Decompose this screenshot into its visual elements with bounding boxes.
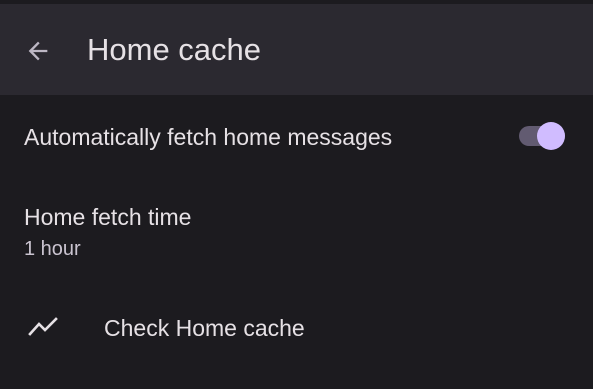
page-title: Home cache <box>87 32 262 67</box>
fetch-time-value: 1 hour <box>24 238 81 260</box>
auto-fetch-label: Automatically fetch home messages <box>24 124 393 150</box>
check-cache-item[interactable]: Check Home cache <box>0 281 593 373</box>
fetch-time-label: Home fetch time <box>24 204 192 230</box>
fetch-time-setting[interactable]: Home fetch time 1 hour <box>0 179 593 281</box>
auto-fetch-switch[interactable] <box>519 122 565 150</box>
trending-line-icon <box>28 317 58 336</box>
switch-thumb <box>537 122 565 150</box>
app-bar: Home cache <box>0 4 593 95</box>
arrow-back-icon <box>28 41 48 61</box>
auto-fetch-setting[interactable]: Automatically fetch home messages <box>0 95 593 179</box>
back-button[interactable] <box>18 31 58 71</box>
check-cache-label: Check Home cache <box>104 315 305 341</box>
